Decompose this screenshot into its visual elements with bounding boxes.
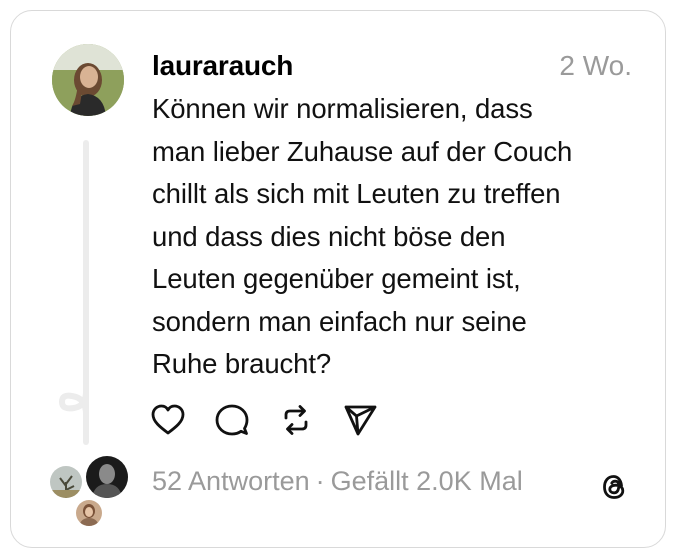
replies-count[interactable]: 52 Antworten (152, 466, 310, 496)
stats-separator: · (315, 466, 325, 496)
post-timestamp[interactable]: 2 Wo. (559, 46, 632, 86)
heart-icon[interactable] (150, 402, 186, 438)
likes-count[interactable]: Gefällt 2.0K Mal (331, 466, 523, 496)
reply-avatar (84, 454, 130, 500)
reply-avatar (74, 498, 104, 528)
comment-bubble-icon[interactable] (214, 402, 250, 438)
reply-avatar (48, 464, 84, 500)
reply-avatars[interactable] (48, 452, 132, 530)
post-text: Können wir normalisieren, dass man liebe… (152, 93, 573, 379)
thread-loop-icon (52, 381, 112, 439)
threads-logo-icon[interactable] (597, 470, 631, 504)
post-stats: 52 Antworten · Gefällt 2.0K Mal (152, 461, 523, 501)
send-icon[interactable] (342, 402, 378, 438)
author-avatar[interactable] (52, 44, 124, 116)
post-username[interactable]: laurarauch (152, 46, 293, 86)
repost-icon[interactable] (278, 402, 314, 438)
